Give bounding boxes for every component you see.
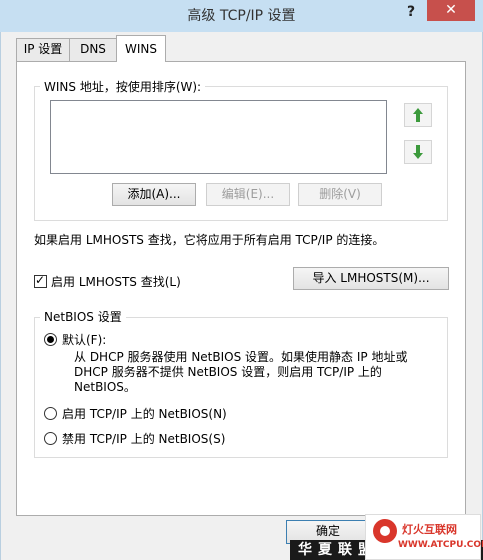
radio-default-row[interactable]: 默认(F): [44,331,106,348]
wins-group-label: WINS 地址，按使用排序(W): [40,78,206,95]
tab-dns[interactable]: DNS [69,38,117,61]
lmhosts-checkbox[interactable]: ✓ [34,273,47,288]
tab-ip-settings[interactable]: IP 设置 [16,38,70,61]
close-button[interactable]: ✕ [427,0,475,21]
remove-button[interactable]: 删除(V) [298,183,382,206]
fire-logo-icon [369,517,401,545]
lmhosts-checkbox-label: 启用 LMHOSTS 查找(L) [51,275,181,289]
radio-default-description: 从 DHCP 服务器使用 NetBIOS 设置。如果使用静态 IP 地址或 DH… [74,350,408,394]
move-up-button[interactable] [404,103,432,127]
lmhosts-description: 如果启用 LMHOSTS 查找，它将应用于所有启用 TCP/IP 的连接。 [34,233,385,247]
netbios-group-label: NetBIOS 设置 [40,308,126,325]
arrow-up-icon [413,108,423,122]
lmhosts-checkbox-row[interactable]: ✓ 启用 LMHOSTS 查找(L) [34,273,181,290]
radio-disable-netbios[interactable] [44,432,57,445]
watermark-url: WWW.ATCPU.COM [398,540,483,550]
watermark-name: 灯火互联网 [402,523,457,536]
wins-address-list[interactable] [50,100,387,174]
radio-disable-netbios-row[interactable]: 禁用 TCP/IP 上的 NetBIOS(S) [44,430,225,447]
tab-wins[interactable]: WINS [116,35,166,62]
radio-default[interactable] [44,333,57,346]
import-lmhosts-button[interactable]: 导入 LMHOSTS(M)... [293,267,449,290]
help-button[interactable]: ? [398,0,424,24]
radio-enable-netbios-row[interactable]: 启用 TCP/IP 上的 NetBIOS(N) [44,405,227,422]
radio-default-label: 默认(F): [62,333,107,347]
edit-button[interactable]: 编辑(E)... [206,183,290,206]
radio-disable-netbios-label: 禁用 TCP/IP 上的 NetBIOS(S) [62,432,226,446]
move-down-button[interactable] [404,140,432,164]
add-button[interactable]: 添加(A)... [112,183,196,206]
arrow-down-icon [413,145,423,159]
radio-enable-netbios[interactable] [44,407,57,420]
radio-enable-netbios-label: 启用 TCP/IP 上的 NetBIOS(N) [62,407,227,421]
checkmark-icon: ✓ [35,273,46,287]
